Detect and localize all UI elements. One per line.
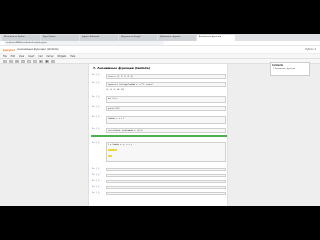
cell-input[interactable]: def f(x): xyxy=(106,96,226,103)
cell-output: [1, 4, 9, 16, 25] xyxy=(106,89,125,91)
menu-edit[interactable]: Edit xyxy=(11,55,15,58)
cell-input[interactable]: lambda x: x + 1 xyxy=(106,116,226,124)
cell-prompt: In [ ]: xyxy=(92,174,101,176)
menu-insert[interactable]: Insert xyxy=(28,55,34,58)
move-down-button[interactable]: ↓ xyxy=(33,59,37,63)
cell-input[interactable] xyxy=(106,192,226,195)
menu-cell[interactable]: Cell xyxy=(38,55,42,58)
menu-widgets[interactable]: Widgets xyxy=(57,55,66,58)
menu-help[interactable]: Help xyxy=(70,55,75,58)
cell-input[interactable]: sorted(data, key=lambda x: x[1]) xyxy=(106,128,226,133)
highlight-mark xyxy=(108,148,117,151)
paste-button[interactable]: ⎘ xyxy=(21,59,25,63)
section-heading: 7. Анонимные функции (lambda) xyxy=(93,66,150,70)
restart-button[interactable]: ↻ xyxy=(51,59,55,63)
letterbox-bottom xyxy=(0,206,320,240)
add-cell-button[interactable]: + xyxy=(3,59,7,63)
cell-input[interactable] xyxy=(106,180,226,183)
url-input[interactable]: localhost:8888/notebooks/Lambda.ipynb xyxy=(4,41,164,45)
toc-panel: Contents 7. Анонимные функции xyxy=(270,62,310,76)
selected-cell-indicator xyxy=(91,135,227,137)
jupyter-logo[interactable]: jupyter xyxy=(3,48,15,52)
cell-input[interactable] xyxy=(106,174,226,177)
cell-prompt: In [ ]: xyxy=(92,96,101,98)
kernel-status: Python 3 xyxy=(305,48,316,51)
letterbox-top xyxy=(0,0,320,34)
cell-input[interactable]: f = lambda x, y: x + y xyxy=(106,142,226,162)
highlight-mark xyxy=(108,154,113,157)
cell-input[interactable]: items = [1, 2, 3, 4, 5] xyxy=(106,74,226,79)
cell-prompt: In [ ]: xyxy=(92,74,101,76)
cell-prompt: In [ ]: xyxy=(92,128,101,130)
cell-input[interactable] xyxy=(106,168,226,171)
copy-button[interactable]: ⧉ xyxy=(15,59,19,63)
toc-item[interactable]: 7. Анонимные функции xyxy=(271,68,309,70)
move-up-button[interactable]: ↑ xyxy=(27,59,31,63)
cell-prompt: In [ ]: xyxy=(92,186,101,188)
cell-prompt: In [ ]: xyxy=(92,82,101,84)
cell-input[interactable]: squared = list(map(lambda x: x**2, items… xyxy=(106,82,226,87)
screen: Интенсив по Python Курс Python Jupyter N… xyxy=(0,0,320,240)
cell-prompt: In [ ]: xyxy=(92,116,101,118)
menu-kernel[interactable]: Kernel xyxy=(47,55,54,58)
cell-input[interactable]: print(f(3)) xyxy=(106,106,226,111)
menu-file[interactable]: File xyxy=(3,55,7,58)
cell-prompt: In [ ]: xyxy=(92,168,101,170)
cell-input[interactable] xyxy=(106,186,226,189)
cell-prompt: In [ ]: xyxy=(92,180,101,182)
cell-prompt: In [ ]: xyxy=(92,142,101,144)
cell-prompt: In [ ]: xyxy=(92,192,101,194)
code-text: f = lambda x, y: x + y xyxy=(108,143,132,146)
cell-prompt: In [ ]: xyxy=(92,106,101,108)
run-button[interactable]: ▶ xyxy=(39,59,43,63)
notebook-title[interactable]: Анонимные функции (lambda) xyxy=(17,48,58,51)
browser-tabstrip: Интенсив по Python Курс Python Jupyter N… xyxy=(0,34,320,41)
cut-button[interactable]: ✂ xyxy=(9,59,13,63)
menu-view[interactable]: View xyxy=(19,55,24,58)
jupyter-header: jupyter Анонимные функции (lambda) Pytho… xyxy=(0,46,320,54)
stop-button[interactable]: ■ xyxy=(45,59,49,63)
